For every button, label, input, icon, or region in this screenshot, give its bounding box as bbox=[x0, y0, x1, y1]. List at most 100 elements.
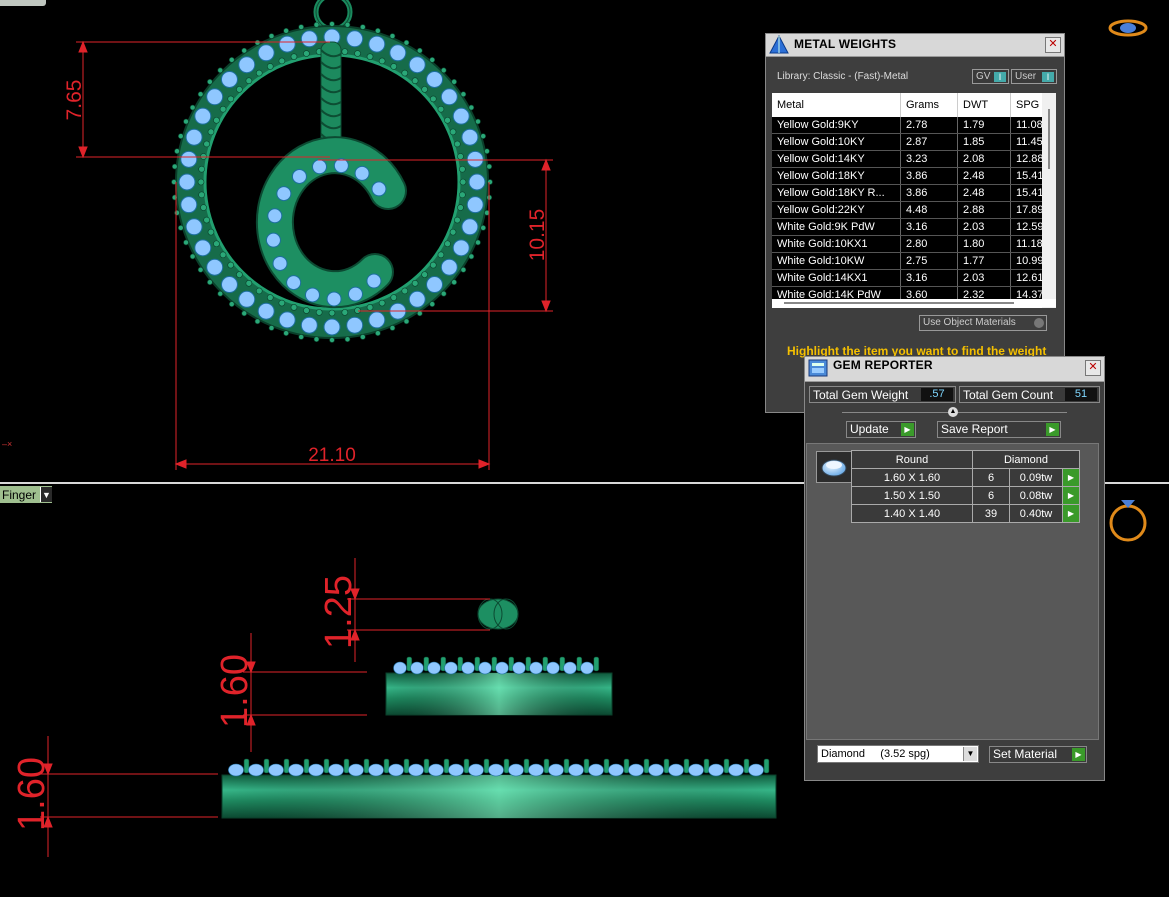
metal-cell: White Gold:10KW bbox=[772, 252, 901, 270]
close-icon[interactable]: ✕ bbox=[1045, 37, 1061, 53]
dimension-gem-height bbox=[347, 558, 490, 662]
metal-weights-title: METAL WEIGHTS bbox=[794, 37, 897, 51]
viewport-label-top[interactable] bbox=[0, 0, 46, 6]
metal-row[interactable]: Yellow Gold:18KY R... 3.86 2.48 15.41 bbox=[772, 184, 1054, 202]
chevron-down-icon[interactable]: ▼ bbox=[40, 487, 53, 502]
gem-table[interactable]: Round Diamond 1.60 X 1.60 6 0.09tw ▶ 1.50 X … bbox=[851, 450, 1080, 523]
metal-cell: Yellow Gold:9KY bbox=[772, 117, 901, 134]
pendant-top-view bbox=[171, 0, 493, 343]
metal-cell: 1.79 bbox=[957, 117, 1011, 134]
gem-cell: 0.40tw bbox=[1009, 504, 1063, 523]
gem-row[interactable]: 1.40 X 1.40 39 0.40tw ▶ bbox=[851, 504, 1080, 523]
metal-row[interactable]: Yellow Gold:18KY 3.86 2.48 15.41 bbox=[772, 167, 1054, 185]
gem-cell: 1.40 X 1.40 bbox=[851, 504, 973, 523]
metal-row[interactable]: Yellow Gold:22KY 4.48 2.88 17.89 bbox=[772, 201, 1054, 219]
set-material-button[interactable]: Set Material ▶ bbox=[989, 746, 1087, 763]
metal-cell: White Gold:9K PdW bbox=[772, 218, 901, 236]
total-gem-count-field: Total Gem Count 51 bbox=[959, 386, 1100, 403]
metal-cell: 2.48 bbox=[957, 184, 1011, 202]
gem-reporter-icon bbox=[808, 359, 828, 377]
use-object-materials-toggle[interactable]: Use Object Materials bbox=[919, 315, 1047, 331]
metal-row[interactable]: White Gold:14KX1 3.16 2.03 12.61 bbox=[772, 269, 1054, 287]
viewport-dropdown[interactable]: Finger ▼ bbox=[0, 486, 53, 503]
gem-reporter-titlebar[interactable]: GEM REPORTER ✕ bbox=[805, 357, 1104, 382]
metal-table[interactable]: Metal Grams DWT SPG Yellow Gold:9KY 2.78 1… bbox=[772, 93, 1056, 308]
metal-cell: 3.23 bbox=[900, 150, 958, 168]
dimension-label-1-60-letter: 1.60 bbox=[214, 654, 256, 728]
metal-weights-titlebar[interactable]: METAL WEIGHTS ✕ bbox=[766, 34, 1064, 57]
metal-cell: 2.80 bbox=[900, 235, 958, 253]
metal-row[interactable]: White Gold:10KX1 2.80 1.80 11.18 bbox=[772, 235, 1054, 253]
metal-cell: 2.87 bbox=[900, 133, 958, 151]
metal-table-header: Metal Grams DWT SPG bbox=[772, 93, 1054, 117]
gem-cell: 6 bbox=[972, 486, 1010, 505]
metal-cell: Yellow Gold:22KY bbox=[772, 201, 901, 219]
metal-cell: 3.16 bbox=[900, 269, 958, 287]
metal-row[interactable]: Yellow Gold:10KY 2.87 1.85 11.45 bbox=[772, 133, 1054, 151]
metal-cell: 2.03 bbox=[957, 218, 1011, 236]
library-label: Library: Classic - (Fast)-Metal bbox=[777, 71, 909, 82]
panel-resize-slider[interactable]: ▲ bbox=[842, 407, 1067, 417]
metal-cell: 4.48 bbox=[900, 201, 958, 219]
metal-cell: 2.08 bbox=[957, 150, 1011, 168]
play-arrow-icon[interactable]: ▶ bbox=[1062, 504, 1080, 523]
material-select-value: Diamond (3.52 spg) bbox=[821, 748, 930, 760]
gem-cell: 1.60 X 1.60 bbox=[851, 468, 973, 487]
gem-row[interactable]: 1.60 X 1.60 6 0.09tw ▶ bbox=[851, 468, 1080, 487]
play-arrow-icon[interactable]: ▶ bbox=[1062, 486, 1080, 505]
dimension-ring-thickness bbox=[40, 736, 218, 857]
metal-cell: 1.85 bbox=[957, 133, 1011, 151]
metal-cell: Yellow Gold:18KY bbox=[772, 167, 901, 185]
gem-cell: 6 bbox=[972, 468, 1010, 487]
metal-cell: White Gold:14KX1 bbox=[772, 269, 901, 287]
ring-icon-bottom[interactable] bbox=[1109, 500, 1147, 542]
gem-side-view bbox=[477, 598, 519, 630]
total-gem-weight-value: .57 bbox=[921, 388, 953, 401]
axis-marker: –× bbox=[2, 439, 12, 449]
metal-cell: 2.88 bbox=[957, 201, 1011, 219]
dimension-letter-thickness bbox=[243, 633, 367, 752]
metal-table-hscrollbar[interactable] bbox=[772, 299, 1056, 307]
total-gem-count-label: Total Gem Count bbox=[963, 387, 1054, 402]
metal-cell: Yellow Gold:18KY R... bbox=[772, 184, 901, 202]
dimension-label-1-25: 1.25 bbox=[318, 575, 360, 649]
metal-table-scrollbar[interactable] bbox=[1042, 93, 1056, 308]
total-gem-weight-label: Total Gem Weight bbox=[813, 387, 909, 402]
use-object-materials-label: Use Object Materials bbox=[923, 317, 1016, 328]
gem-cell: 1.50 X 1.50 bbox=[851, 486, 973, 505]
material-select[interactable]: Diamond (3.52 spg) ▼ bbox=[817, 745, 979, 763]
metal-cell: 1.80 bbox=[957, 235, 1011, 253]
dimension-label-7-65: 7.65 bbox=[63, 80, 86, 121]
save-report-button[interactable]: Save Report ▶ bbox=[937, 421, 1061, 438]
gem-row[interactable]: 1.50 X 1.50 6 0.08tw ▶ bbox=[851, 486, 1080, 505]
user-toggle[interactable]: User I bbox=[1011, 69, 1057, 84]
metal-cell: 2.78 bbox=[900, 117, 958, 134]
play-arrow-icon[interactable]: ▶ bbox=[1062, 468, 1080, 487]
column-header[interactable]: Metal bbox=[772, 93, 901, 117]
dimension-label-21-10: 21.10 bbox=[308, 445, 356, 466]
save-report-label: Save Report bbox=[941, 422, 1008, 436]
metal-row[interactable]: White Gold:10KW 2.75 1.77 10.99 bbox=[772, 252, 1054, 270]
dimension-label-1-60-ring: 1.60 bbox=[11, 757, 53, 831]
pyramid-icon bbox=[769, 35, 789, 54]
update-label: Update bbox=[850, 422, 889, 436]
metal-row[interactable]: White Gold:9K PdW 3.16 2.03 12.59 bbox=[772, 218, 1054, 236]
metal-row[interactable]: Yellow Gold:9KY 2.78 1.79 11.08 bbox=[772, 117, 1054, 134]
metal-row[interactable]: Yellow Gold:14KY 3.23 2.08 12.88 bbox=[772, 150, 1054, 168]
column-header[interactable]: DWT bbox=[957, 93, 1011, 117]
gem-cell: 0.09tw bbox=[1009, 468, 1063, 487]
column-header[interactable]: Grams bbox=[900, 93, 958, 117]
set-material-label: Set Material bbox=[993, 747, 1058, 761]
metal-cell: 3.16 bbox=[900, 218, 958, 236]
chevron-down-icon[interactable]: ▼ bbox=[963, 747, 977, 761]
gem-shape-header: Round bbox=[851, 450, 973, 469]
ring-icon-top[interactable] bbox=[1108, 19, 1148, 37]
metal-cell: 2.48 bbox=[957, 167, 1011, 185]
play-arrow-icon: ▶ bbox=[1046, 423, 1059, 436]
round-gem-icon[interactable] bbox=[816, 451, 852, 483]
gem-material-header: Diamond bbox=[972, 450, 1080, 469]
gv-toggle[interactable]: GV I bbox=[972, 69, 1009, 84]
update-button[interactable]: Update ▶ bbox=[846, 421, 916, 438]
close-icon[interactable]: ✕ bbox=[1085, 360, 1101, 376]
metal-cell: Yellow Gold:10KY bbox=[772, 133, 901, 151]
